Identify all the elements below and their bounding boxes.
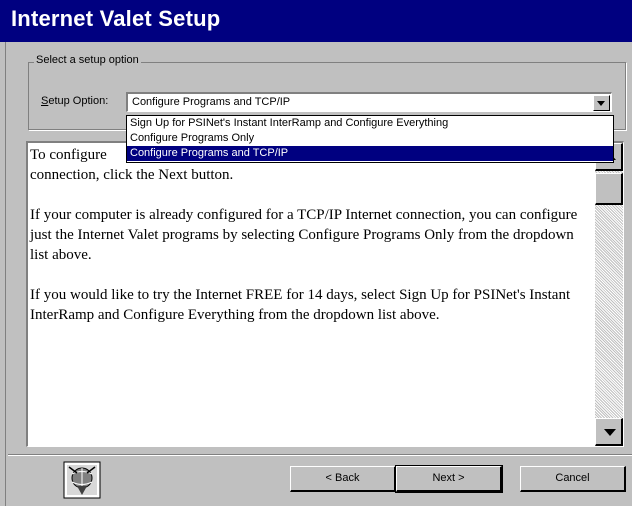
footer-divider — [8, 454, 632, 456]
window-title: Internet Valet Setup — [11, 6, 221, 31]
description-text: To configure connection, click the Next … — [30, 145, 590, 345]
scroll-down-arrow-icon — [604, 429, 616, 436]
dropdown-option-sign-up[interactable]: Sign Up for PSINet's Instant InterRamp a… — [127, 116, 613, 131]
description-para3: If you would like to try the Internet FR… — [30, 287, 571, 323]
description-para1-line1: To configure — [30, 147, 107, 163]
internet-valet-logo-icon — [63, 461, 101, 499]
title-bar: Internet Valet Setup — [0, 0, 632, 42]
setup-option-label: Setup Option: — [41, 95, 108, 107]
scrollbar-thumb[interactable] — [595, 173, 623, 205]
next-button[interactable]: Next > — [395, 465, 503, 493]
back-button[interactable]: < Back — [290, 466, 396, 492]
cancel-button[interactable]: Cancel — [520, 466, 626, 492]
scroll-down-button[interactable] — [595, 418, 623, 446]
description-textbox[interactable]: To configure connection, click the Next … — [26, 141, 624, 447]
description-para1-line2: connection, click the Next button. — [30, 167, 234, 183]
dropdown-option-programs-only[interactable]: Configure Programs Only — [127, 131, 613, 146]
setup-option-select[interactable]: Configure Programs and TCP/IP — [126, 92, 612, 112]
description-para2: If your computer is already configured f… — [30, 207, 578, 263]
vertical-scrollbar[interactable] — [595, 143, 623, 446]
window-left-edge — [0, 42, 6, 506]
dropdown-button[interactable] — [593, 95, 610, 111]
setup-option-label-rest: etup Option: — [48, 95, 109, 107]
setup-option-dropdown-list: Sign Up for PSINet's Instant InterRamp a… — [126, 115, 614, 163]
chevron-down-icon — [597, 101, 605, 106]
setup-option-legend: Select a setup option — [34, 54, 141, 66]
dropdown-option-programs-and-tcpip[interactable]: Configure Programs and TCP/IP — [127, 146, 613, 161]
setup-option-selected-value: Configure Programs and TCP/IP — [132, 96, 291, 108]
